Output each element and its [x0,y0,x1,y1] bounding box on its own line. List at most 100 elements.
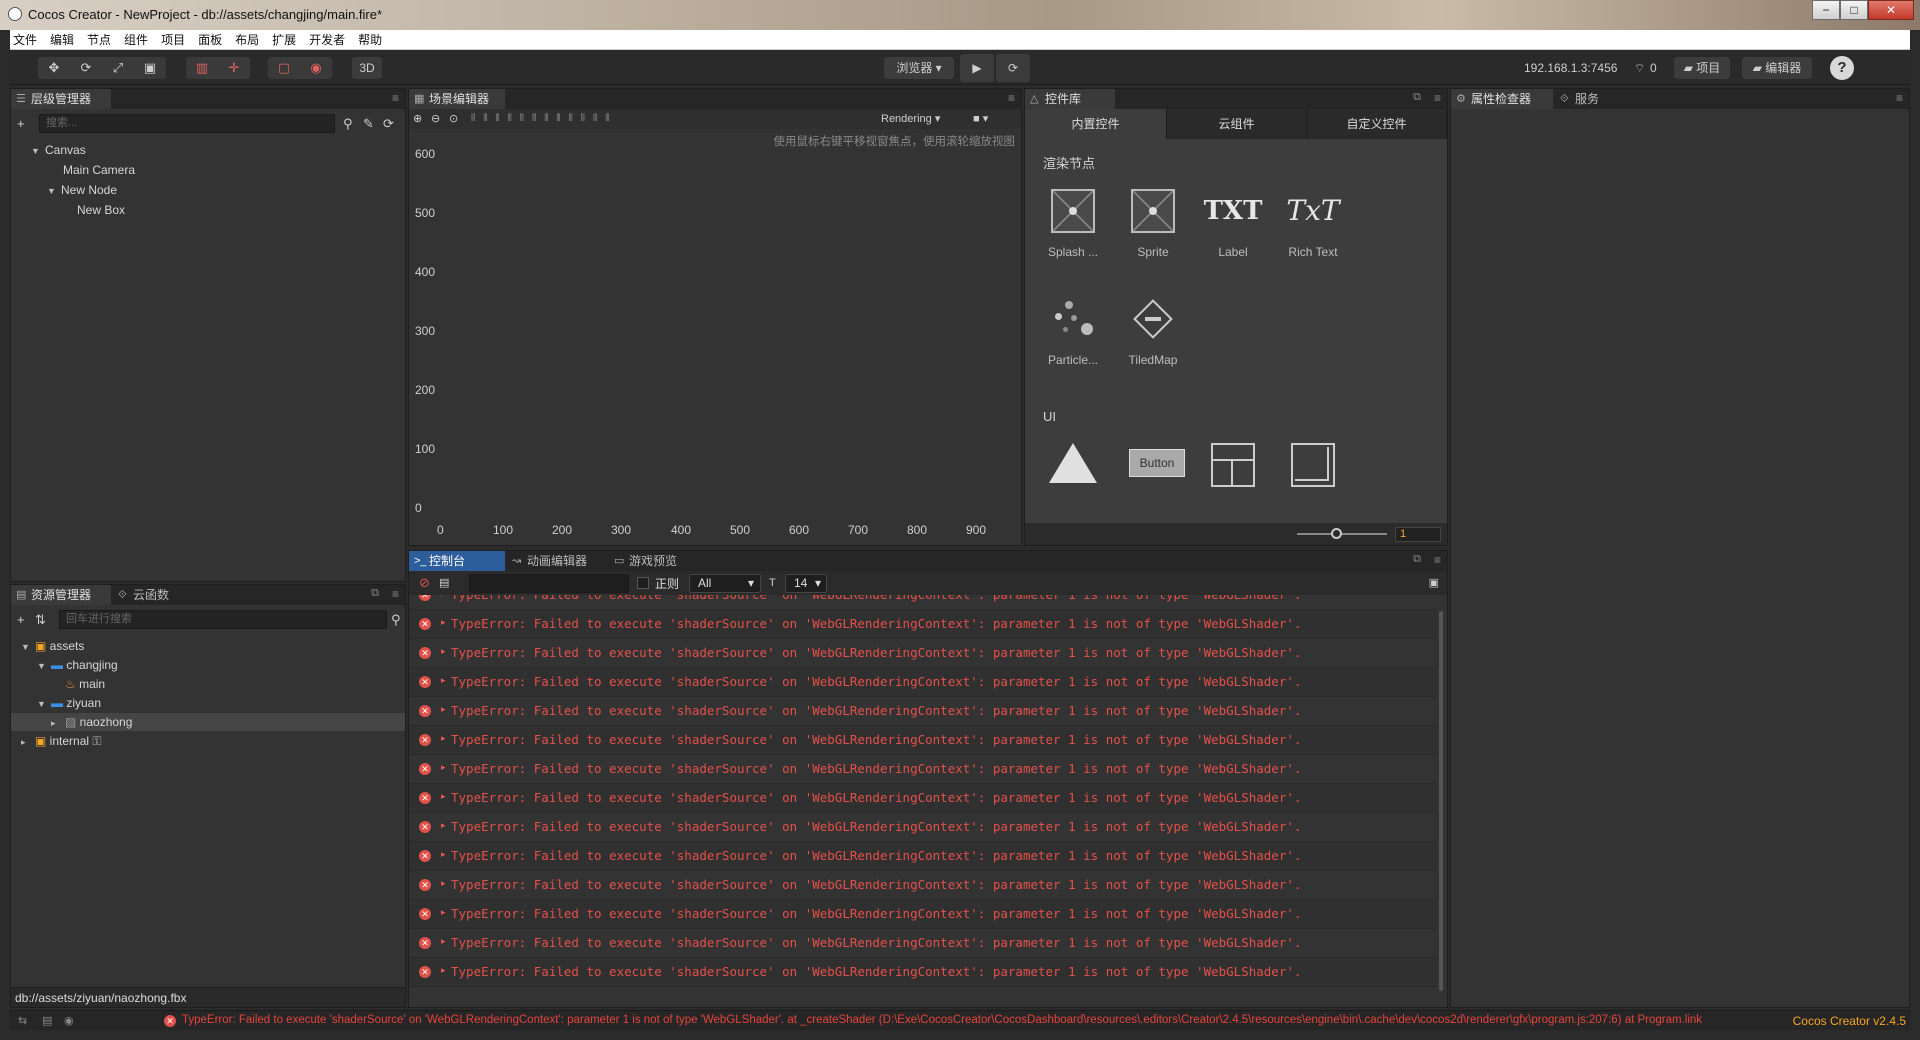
expand-arrow-icon[interactable]: ▸ [441,878,446,889]
refresh-icon[interactable]: ⟳ [996,54,1030,82]
log-icon[interactable]: ▤ [42,1013,52,1029]
asset-root-assets[interactable]: ▼ ▣ assets [21,637,84,655]
asset-root-internal[interactable]: ▸ ▣ internal ⚿ [21,732,102,750]
console-log-row[interactable]: ✕ ▸ TypeError: Failed to execute 'shaderSo… [409,610,1437,639]
search-icon[interactable]: ⚲ [343,116,353,132]
widget-label-node[interactable]: TXT Label [1197,179,1269,259]
expand-arrow-icon[interactable]: ▸ [441,965,446,976]
expand-arrow-icon[interactable]: ▸ [441,733,446,744]
widget-rich-text[interactable]: TxT Rich Text [1277,179,1349,259]
expand-arrow-icon[interactable]: ▸ [51,714,59,732]
asset-folder-ziyuan[interactable]: ▼ ▬ ziyuan [37,694,101,712]
rotate-tool-icon[interactable]: ⟳ [70,57,102,79]
local-icon[interactable]: ▢ [268,57,300,79]
console-log-row[interactable]: ✕ ▸ TypeError: Failed to execute 'shaderSo… [409,784,1437,813]
console-log-row[interactable]: ✕ ▸ TypeError: Failed to execute 'shaderSo… [409,639,1437,668]
minimize-button[interactable]: − [1812,0,1840,20]
open-log-icon[interactable]: ▤ [439,575,449,591]
expand-arrow-icon[interactable]: ▸ [441,791,446,802]
menu-developer[interactable]: 开发者 [309,31,345,48]
expand-arrow-icon[interactable]: ▸ [441,704,446,715]
sort-icon[interactable]: ⇅ [35,612,46,628]
asset-folder-changjing[interactable]: ▼ ▬ changjing [37,656,118,674]
widget-particle[interactable]: Particle... [1037,287,1109,367]
console-log-row[interactable]: ✕ ▸ TypeError: Failed to execute 'shaderSo… [409,929,1437,958]
expand-arrow-icon[interactable]: ▼ [21,638,30,656]
help-icon[interactable]: ? [1830,56,1854,80]
menu-panel[interactable]: 面板 [198,31,222,48]
expand-arrow-icon[interactable]: ▸ [441,675,446,686]
collapse-icon[interactable]: ▣ [1429,575,1439,591]
console-log-row[interactable]: ✕ ▸ TypeError: Failed to execute 'shaderSo… [409,668,1437,697]
widget-ui-button[interactable]: Button [1117,433,1189,493]
zoom-out-icon[interactable]: ⊖ [431,111,440,127]
expand-arrow-icon[interactable]: ▸ [441,646,446,657]
panel-menu-icon[interactable]: ≡ [392,91,399,105]
expand-arrow-icon[interactable]: ▸ [441,936,446,947]
hierarchy-search-input[interactable]: 搜索... [39,114,335,133]
expand-arrow-icon[interactable]: ▸ [441,595,446,599]
search-icon[interactable]: ⚲ [391,612,401,628]
console-log-row[interactable]: ✕ ▸ TypeError: Failed to execute 'shaderSo… [409,813,1437,842]
menu-extension[interactable]: 扩展 [272,31,296,48]
console-log-row[interactable]: ✕ ▸ TypeError: Failed to execute 'shaderSo… [409,726,1437,755]
menu-component[interactable]: 组件 [124,31,148,48]
center-icon[interactable]: ✛ [218,57,250,79]
tab-services[interactable]: ⟐ 服务 [1555,89,1615,109]
menu-node[interactable]: 节点 [87,31,111,48]
mode-3d-button[interactable]: 3D [352,57,382,79]
editor-button[interactable]: ▰ 编辑器 [1742,57,1812,79]
camera-icon[interactable]: ■ ▾ [973,111,988,127]
popout-icon[interactable]: ⧉ [371,587,379,600]
asset-model-naozhong[interactable]: ▸ ▨ naozhong [11,713,405,731]
tab-cloud-components[interactable]: 云组件 [1167,109,1307,139]
console-log-row[interactable]: ✕ ▸ TypeError: Failed to execute 'shaderSo… [409,958,1437,987]
console-log-row[interactable]: ✕ ▸ TypeError: Failed to execute 'shaderSo… [409,900,1437,929]
menu-file[interactable]: 文件 [13,31,37,48]
move-tool-icon[interactable]: ✥ [38,57,70,79]
tab-game-preview[interactable]: ▭ 游戏预览 [609,551,689,571]
expand-arrow-icon[interactable]: ▸ [21,733,29,751]
tree-node-new-node[interactable]: ▼ New Node [47,181,117,199]
expand-arrow-icon[interactable]: ▸ [441,907,446,918]
eye-icon[interactable]: ◉ [64,1013,74,1029]
menu-layout[interactable]: 布局 [235,31,259,48]
panel-menu-icon[interactable]: ≡ [1434,553,1441,567]
zoom-in-icon[interactable]: ⊕ [413,111,422,127]
project-button[interactable]: ▰ 项目 [1674,57,1730,79]
tab-animation-editor[interactable]: ↝ 动画编辑器 [507,551,605,571]
tab-builtin-widgets[interactable]: 内置控件 [1025,109,1167,139]
status-error-message[interactable]: TypeError: Failed to execute 'shaderSour… [182,1014,1702,1026]
panel-menu-icon[interactable]: ≡ [1434,91,1441,105]
menu-edit[interactable]: 编辑 [50,31,74,48]
tree-node-new-box[interactable]: New Box [77,201,125,219]
menu-project[interactable]: 项目 [161,31,185,48]
expand-arrow-icon[interactable]: ▼ [31,142,40,160]
tab-hierarchy[interactable]: ☰ 层级管理器 [11,89,111,109]
console-log-row[interactable]: ✕ ▸ TypeError: Failed to execute 'shaderSo… [409,595,1437,610]
menu-help[interactable]: 帮助 [358,31,382,48]
rect-tool-icon[interactable]: ▣ [134,57,166,79]
locate-icon[interactable]: ✎ [363,116,374,132]
refresh-icon[interactable]: ⟳ [383,116,394,132]
zoom-slider-handle[interactable] [1331,528,1342,539]
tab-inspector[interactable]: ⚙ 属性检查器 [1451,89,1553,109]
play-icon[interactable]: ▶ [960,54,994,82]
tree-node-canvas[interactable]: ▼ Canvas [31,141,86,159]
panel-menu-icon[interactable]: ≡ [392,587,399,601]
zoom-reset-icon[interactable]: ⊙ [449,111,458,127]
panel-menu-icon[interactable]: ≡ [1896,91,1903,105]
expand-arrow-icon[interactable]: ▸ [441,617,446,628]
add-node-icon[interactable]: + [17,116,25,132]
console-scrollbar[interactable] [1439,611,1443,991]
maximize-button[interactable]: □ [1840,0,1868,20]
asset-scene-main[interactable]: ♨ main [65,675,105,693]
widget-tiledmap[interactable]: TiledMap [1117,287,1189,367]
expand-arrow-icon[interactable]: ▼ [37,695,46,713]
close-button[interactable]: ✕ [1868,0,1914,20]
console-log-row[interactable]: ✕ ▸ TypeError: Failed to execute 'shaderSo… [409,755,1437,784]
global-icon[interactable]: ◉ [300,57,332,79]
clear-console-icon[interactable]: ⊘ [419,575,430,591]
assets-search-input[interactable]: 回车进行搜索 [59,610,387,629]
zoom-slider-track[interactable] [1297,533,1387,535]
